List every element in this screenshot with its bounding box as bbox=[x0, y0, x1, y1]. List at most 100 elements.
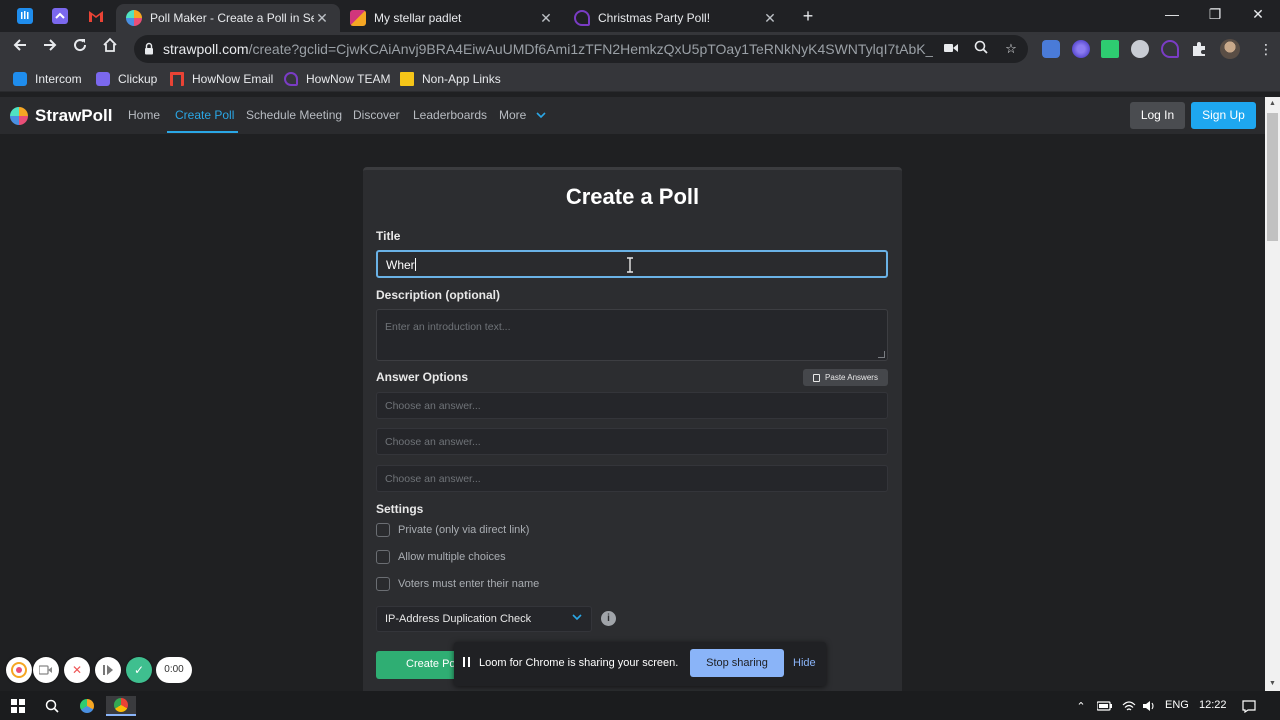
tab-christmas-poll[interactable]: Christmas Party Poll! ✕ bbox=[564, 4, 788, 32]
extension-hownow-icon[interactable] bbox=[1161, 40, 1179, 58]
camera-toggle-icon[interactable] bbox=[33, 657, 59, 683]
bookmark-hownow-team[interactable]: HowNow TEAM bbox=[284, 70, 390, 88]
answer-options-label: Answer Options bbox=[376, 370, 469, 384]
create-poll-card: Create a Poll Title Wher Description (op… bbox=[363, 167, 902, 691]
notifications-icon[interactable] bbox=[1239, 696, 1259, 716]
wifi-icon[interactable] bbox=[1119, 696, 1139, 716]
active-nav-underline bbox=[167, 131, 238, 133]
zoom-icon[interactable] bbox=[972, 40, 990, 58]
answer-input-1[interactable]: Choose an answer... bbox=[376, 392, 888, 419]
taskbar-chrome-icon[interactable] bbox=[106, 696, 136, 716]
setting-multiple-choices[interactable]: Allow multiple choices bbox=[376, 550, 506, 564]
nav-schedule-meeting[interactable]: Schedule Meeting bbox=[246, 108, 342, 122]
bookmark-intercom[interactable]: Intercom bbox=[13, 70, 82, 88]
menu-kebab-icon[interactable]: ⋮ bbox=[1254, 37, 1278, 61]
bookmarks-bar: Intercom Clickup HowNow Email HowNow TEA… bbox=[0, 66, 1280, 92]
search-icon[interactable] bbox=[42, 696, 62, 716]
setting-label: Voters must enter their name bbox=[398, 578, 540, 590]
scroll-up-icon[interactable]: ▲ bbox=[1265, 97, 1280, 111]
extension-sheet-icon[interactable] bbox=[1101, 40, 1119, 58]
clipboard-icon bbox=[813, 373, 821, 382]
answer-input-2[interactable]: Choose an answer... bbox=[376, 428, 888, 455]
restore-button[interactable]: ❐ bbox=[1193, 4, 1237, 24]
tab-title: Christmas Party Poll! bbox=[598, 11, 711, 25]
loom-recorder-icon[interactable] bbox=[6, 657, 32, 683]
duplication-check-select[interactable]: IP-Address Duplication Check bbox=[376, 606, 592, 632]
signup-button[interactable]: Sign Up bbox=[1191, 102, 1256, 129]
bookmark-non-app-links[interactable]: Non-App Links bbox=[400, 70, 501, 88]
cancel-recording-icon[interactable]: ✕ bbox=[64, 657, 90, 683]
site-header: StrawPoll Home Create Poll Schedule Meet… bbox=[0, 97, 1265, 134]
hide-banner-link[interactable]: Hide bbox=[793, 657, 816, 669]
setting-voter-name[interactable]: Voters must enter their name bbox=[376, 577, 539, 591]
bookmark-label: Intercom bbox=[35, 72, 82, 86]
tab-close-icon[interactable]: ✕ bbox=[314, 10, 330, 27]
tab-poll-maker[interactable]: Poll Maker - Create a Poll in Seconds ✕ bbox=[116, 4, 340, 32]
info-icon[interactable]: i bbox=[601, 611, 616, 626]
volume-icon[interactable] bbox=[1139, 696, 1159, 716]
resize-handle-icon[interactable] bbox=[878, 351, 885, 358]
paste-answers-button[interactable]: Paste Answers bbox=[803, 369, 888, 386]
bookmark-star-icon[interactable]: ☆ bbox=[1002, 40, 1020, 58]
tab-padlet[interactable]: My stellar padlet ✕ bbox=[340, 4, 564, 32]
setting-private[interactable]: Private (only via direct link) bbox=[376, 523, 529, 537]
title-input-value: Wher bbox=[386, 258, 415, 272]
pause-recording-icon[interactable] bbox=[95, 657, 121, 683]
finish-recording-icon[interactable]: ✓ bbox=[126, 657, 152, 683]
multiple-choices-checkbox[interactable] bbox=[376, 550, 390, 564]
extensions-puzzle-icon[interactable] bbox=[1190, 40, 1208, 58]
login-button[interactable]: Log In bbox=[1130, 102, 1185, 129]
description-textarea[interactable]: Enter an introduction text... bbox=[376, 309, 888, 361]
voter-name-checkbox[interactable] bbox=[376, 577, 390, 591]
scroll-thumb[interactable] bbox=[1267, 113, 1278, 241]
profile-avatar[interactable] bbox=[1220, 39, 1240, 59]
hownow-favicon-icon bbox=[574, 10, 590, 26]
pinned-tab-clickup[interactable] bbox=[44, 4, 76, 28]
nav-leaderboards[interactable]: Leaderboards bbox=[413, 108, 487, 122]
nav-discover[interactable]: Discover bbox=[353, 108, 400, 122]
bookmark-clickup[interactable]: Clickup bbox=[96, 70, 157, 88]
answer-input-3[interactable]: Choose an answer... bbox=[376, 465, 888, 492]
settings-label: Settings bbox=[376, 502, 424, 516]
extension-meet-icon[interactable] bbox=[1042, 40, 1060, 58]
clickup-icon bbox=[52, 8, 68, 24]
minimize-button[interactable]: — bbox=[1150, 4, 1194, 24]
back-button[interactable] bbox=[8, 37, 32, 61]
nav-home[interactable]: Home bbox=[128, 108, 160, 122]
hownow-icon bbox=[284, 72, 298, 86]
stop-sharing-button[interactable]: Stop sharing bbox=[690, 649, 784, 677]
pinned-tab-gmail[interactable] bbox=[80, 4, 112, 28]
bookmark-label: Clickup bbox=[118, 72, 158, 86]
windows-start-icon[interactable] bbox=[8, 696, 28, 716]
tray-overflow-icon[interactable]: ⌃ bbox=[1071, 696, 1091, 716]
forward-button[interactable] bbox=[38, 37, 62, 61]
nav-create-poll[interactable]: Create Poll bbox=[175, 108, 234, 122]
pinned-tab-intercom[interactable] bbox=[9, 4, 41, 28]
taskbar-app-icon[interactable] bbox=[77, 696, 97, 716]
battery-icon[interactable] bbox=[1095, 696, 1115, 716]
pause-icon bbox=[462, 657, 472, 669]
new-tab-button[interactable]: + bbox=[798, 6, 818, 26]
camera-icon[interactable] bbox=[942, 40, 960, 58]
page-scrollbar[interactable]: ▲ ▼ bbox=[1265, 97, 1280, 691]
nav-more[interactable]: More bbox=[499, 108, 546, 122]
extension-gear-icon[interactable] bbox=[1072, 40, 1090, 58]
tab-close-icon[interactable]: ✕ bbox=[762, 10, 778, 27]
private-checkbox[interactable] bbox=[376, 523, 390, 537]
tab-close-icon[interactable]: ✕ bbox=[538, 10, 554, 27]
strawpoll-logo[interactable]: StrawPoll bbox=[10, 106, 112, 126]
address-bar[interactable]: strawpoll.com/create?gclid=CjwKCAiAnvj9B… bbox=[134, 35, 1028, 63]
system-clock[interactable]: 12:22 bbox=[1199, 699, 1227, 711]
text-cursor-icon bbox=[627, 257, 633, 273]
gmail-icon bbox=[89, 11, 103, 22]
forward-arrow-icon bbox=[44, 39, 57, 51]
close-window-button[interactable]: ✕ bbox=[1236, 4, 1280, 24]
home-button[interactable] bbox=[98, 37, 122, 61]
extension-globe-icon[interactable] bbox=[1131, 40, 1149, 58]
reload-button[interactable] bbox=[68, 37, 92, 61]
scroll-down-icon[interactable]: ▼ bbox=[1265, 677, 1280, 691]
home-icon bbox=[103, 37, 117, 52]
gmail-icon bbox=[170, 72, 184, 86]
input-language[interactable]: ENG bbox=[1165, 699, 1189, 711]
bookmark-hownow-email[interactable]: HowNow Email bbox=[170, 70, 273, 88]
